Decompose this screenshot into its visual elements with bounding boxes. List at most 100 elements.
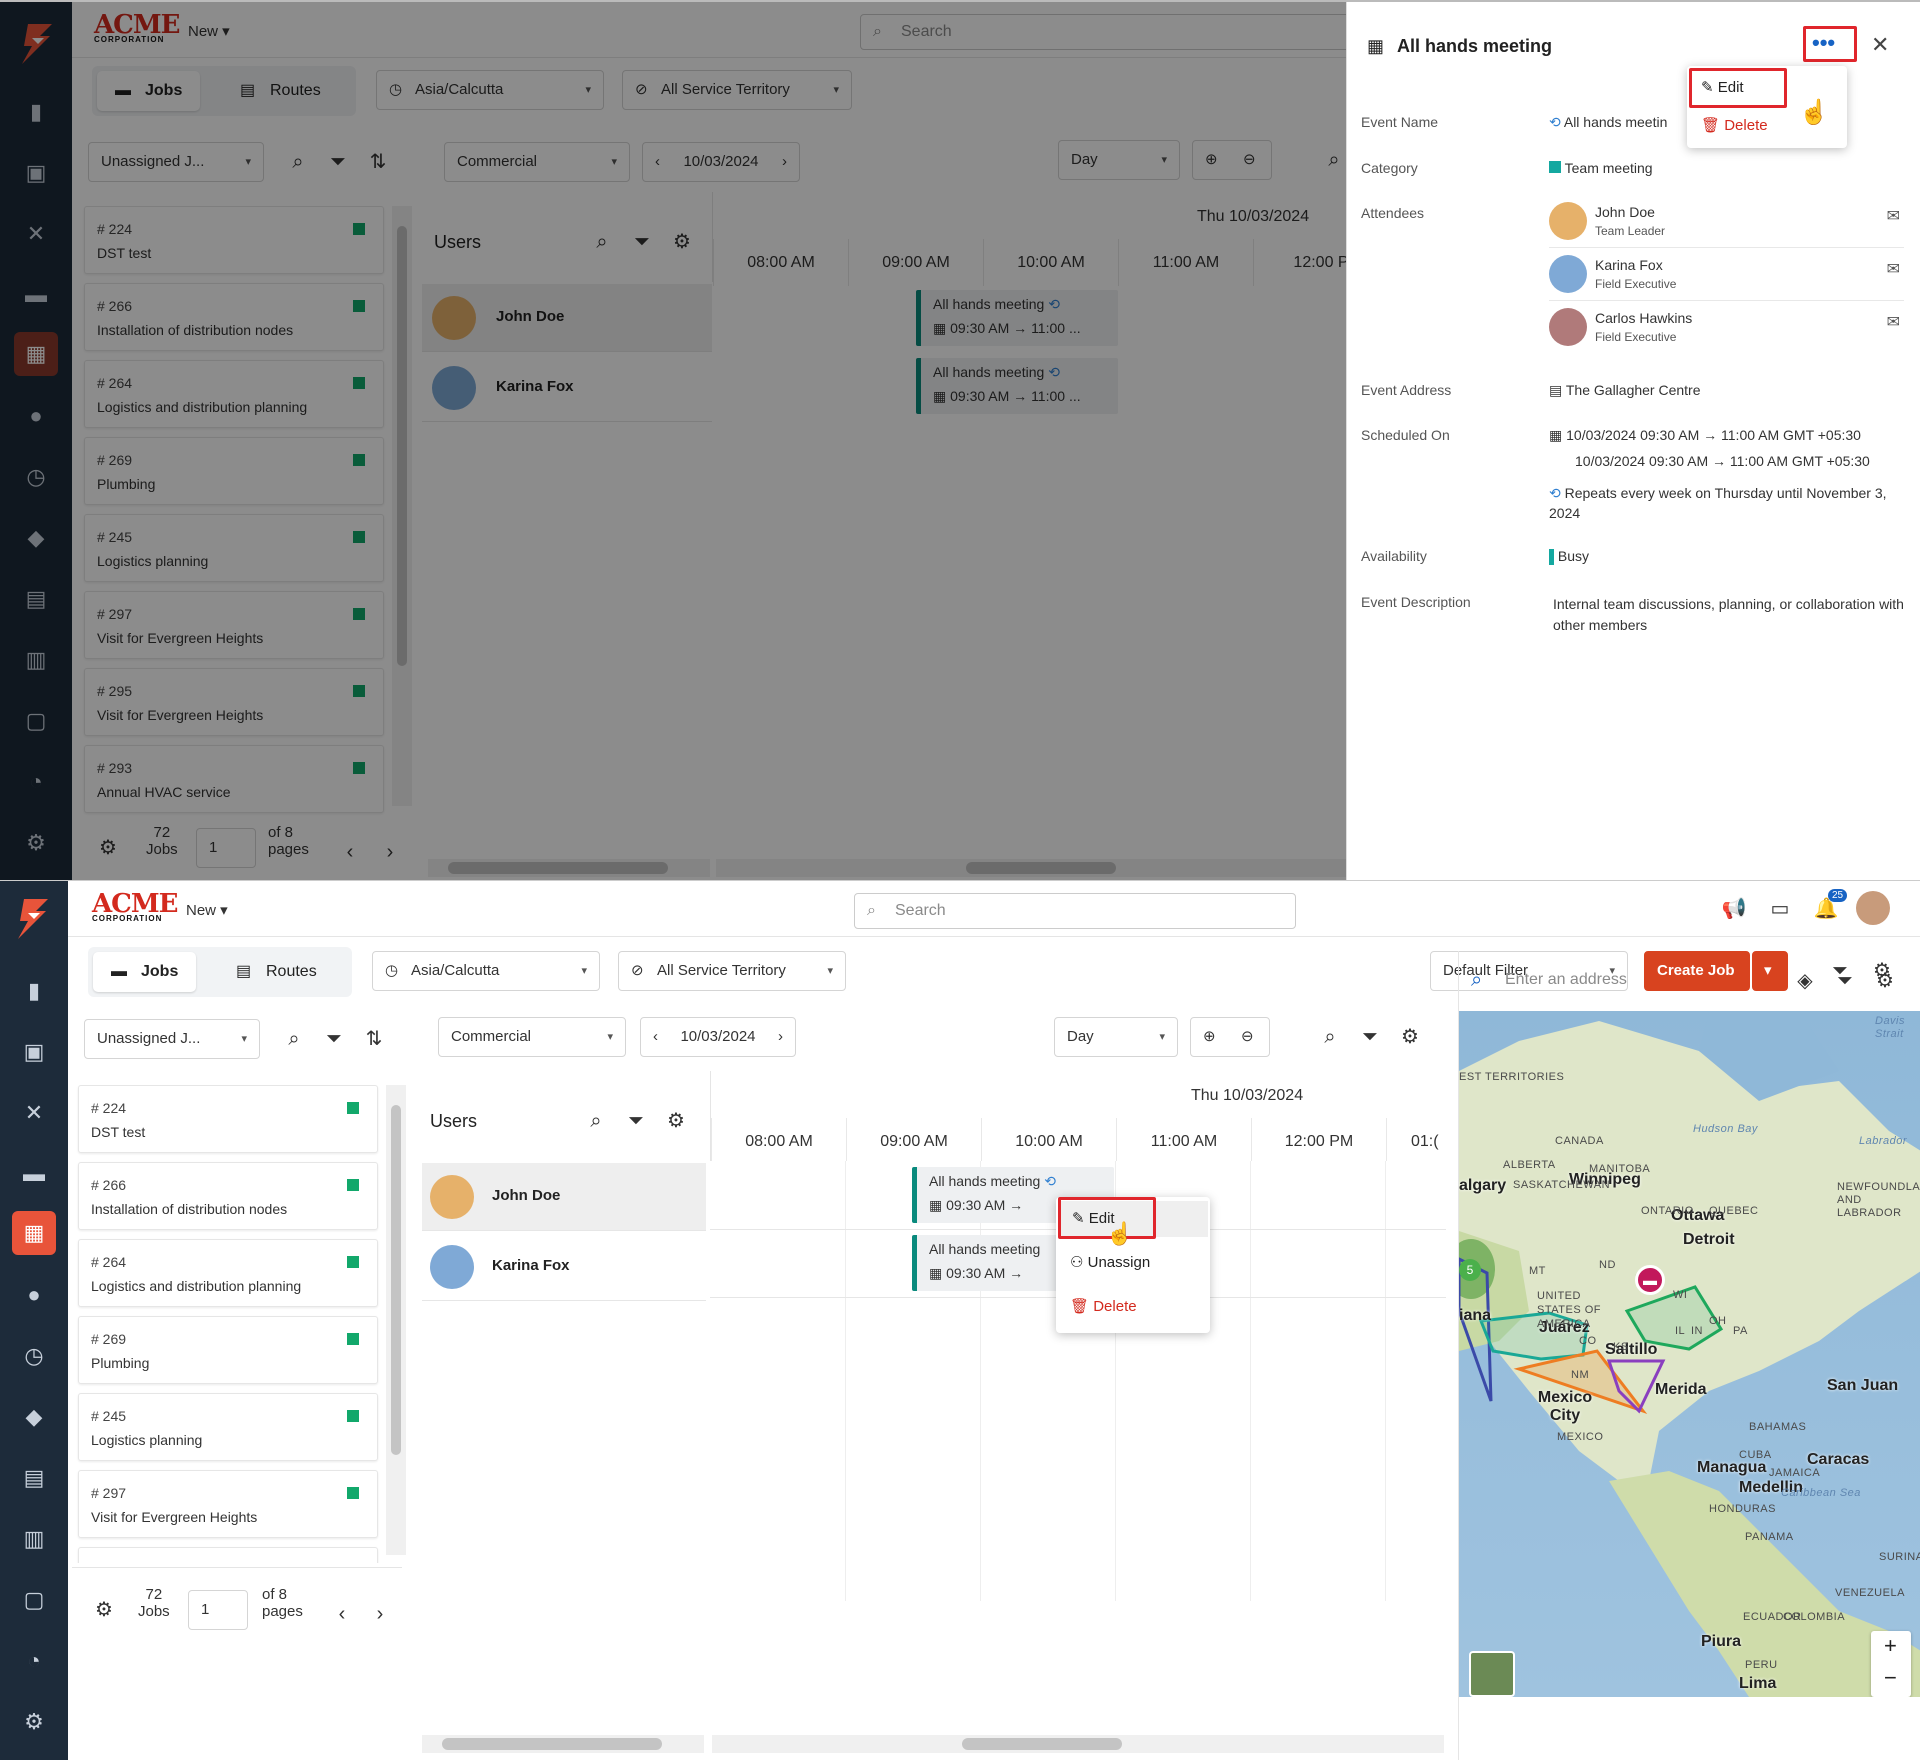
clock-icon[interactable]: ◷ (18, 1340, 50, 1372)
briefcase-icon[interactable]: ▬ (1635, 1265, 1665, 1295)
compass-icon: ⊘ (631, 962, 644, 979)
zoom-in-icon[interactable]: ⊕ (1203, 1018, 1216, 1056)
search-icon[interactable]: ⌕ (580, 1105, 612, 1137)
jobs-icon[interactable]: ▣ (18, 1036, 50, 1068)
calculator-icon[interactable]: ▥ (18, 1523, 50, 1555)
user-row[interactable]: John Doe (422, 1163, 706, 1231)
next-page-icon[interactable]: › (364, 1598, 396, 1630)
prev-page-icon[interactable]: ‹ (326, 1598, 358, 1630)
trash-icon: 🗑 (1701, 117, 1721, 134)
hour-col: 11:00 AM (1116, 1118, 1251, 1161)
territory-select[interactable]: ⊘ All Service Territory ▾ (618, 951, 846, 991)
status-square (347, 1333, 359, 1345)
layers-icon[interactable]: ◈ (1789, 965, 1821, 997)
job-list-scrollbar[interactable] (386, 1085, 406, 1555)
mail-icon[interactable]: ✉ (1887, 259, 1900, 279)
documents-icon[interactable]: ▢ (18, 1584, 50, 1616)
briefcase-icon[interactable]: ▬ (18, 1158, 50, 1190)
hour-col: 09:00 AM (846, 1118, 981, 1161)
job-card[interactable]: # 297 Visit for Evergreen Heights (78, 1470, 378, 1538)
modal-overlay[interactable] (0, 2, 1346, 880)
sort-icon[interactable]: ⇅ (358, 1023, 390, 1055)
hour-col: 10:00 AM (981, 1118, 1116, 1161)
job-card[interactable]: # 266 Installation of distribution nodes (78, 1162, 378, 1230)
repeat-icon: ⟲ (1549, 485, 1561, 501)
users-icon[interactable]: ● (18, 1279, 50, 1311)
close-icon[interactable]: ✕ (1871, 32, 1889, 58)
attendee: John Doe Team Leader ✉ (1549, 198, 1904, 248)
settings-icon[interactable]: ⚙ (18, 1706, 50, 1738)
timeline-header: Thu 10/03/2024 08:00 AM 09:00 AM 10:00 A… (710, 1071, 1446, 1161)
timeline-hscroll[interactable] (712, 1735, 1444, 1753)
zoom-in-icon[interactable]: + (1884, 1633, 1897, 1659)
job-card[interactable]: # 264 Logistics and distribution planning (78, 1239, 378, 1307)
satellite-toggle[interactable] (1469, 1651, 1515, 1697)
filter-icon[interactable]: ⏷ (318, 1023, 350, 1055)
gear-icon[interactable]: ⚙ (1394, 1021, 1426, 1053)
filter-icon[interactable]: ⏷ (620, 1105, 652, 1137)
chevron-right-icon[interactable]: › (778, 1018, 783, 1056)
delete-menu-item[interactable]: 🗑 Delete (1070, 1289, 1137, 1325)
dashboard-icon[interactable]: ▮ (18, 975, 50, 1007)
status-square (347, 1179, 359, 1191)
zoom-out-icon[interactable]: − (1884, 1665, 1897, 1691)
job-card[interactable]: # 269 Plumbing (78, 1316, 378, 1384)
zoom-out-icon[interactable]: ⊖ (1241, 1018, 1254, 1056)
filter-icon[interactable]: ⏷ (1829, 965, 1861, 997)
mail-icon[interactable]: ✉ (1887, 312, 1900, 332)
map-icon[interactable]: ▤ (18, 1462, 50, 1494)
avatar (1549, 202, 1587, 240)
date-picker[interactable]: ‹ 10/03/2024 › (640, 1017, 796, 1057)
search-input[interactable]: ⌕ Search (854, 893, 1296, 929)
user-row[interactable]: Karina Fox (422, 1233, 706, 1301)
map-panel: ⌕ Enter an address ◈ ⏷ ⚙ Winnipeg Ottawa… (1458, 951, 1920, 1760)
event-details-panel: ▦ All hands meeting ••• ✕ ✎ Edit 🗑 Delet… (1346, 2, 1920, 880)
status-square (347, 1256, 359, 1268)
megaphone-icon[interactable]: 📢 (1718, 893, 1750, 925)
tools-icon[interactable]: ✕ (18, 1097, 50, 1129)
address-input[interactable]: Enter an address (1505, 971, 1627, 989)
calendar-icon: ▦ (929, 1265, 943, 1281)
timezone-select[interactable]: ◷ Asia/Calcutta ▾ (372, 951, 600, 991)
mail-icon[interactable]: ✉ (1887, 206, 1900, 226)
avatar[interactable] (1856, 891, 1890, 925)
job-card[interactable]: # 245 Logistics planning (78, 1393, 378, 1461)
job-filter-select[interactable]: Unassigned J... ▾ (84, 1019, 260, 1059)
search-icon[interactable]: ⌕ (278, 1023, 310, 1055)
job-card[interactable]: # 224 DST test (78, 1085, 378, 1153)
gear-icon[interactable]: ⚙ (88, 1594, 120, 1626)
search-icon: ⌕ (867, 902, 876, 919)
page-input[interactable]: 1 (188, 1590, 248, 1630)
hour-col: 08:00 AM (711, 1118, 846, 1161)
gear-icon[interactable]: ⚙ (660, 1105, 692, 1137)
tab-routes[interactable]: ▤ Routes (218, 952, 335, 992)
filter-icon[interactable]: ⏷ (1354, 1021, 1386, 1053)
calendar-icon[interactable]: ▦ (12, 1211, 56, 1255)
avatar (1549, 255, 1587, 293)
status-square (347, 1487, 359, 1499)
screenshot-top: ▮ ▣ ✕ ▬ ▦ ● ◷ ◆ ▤ ▥ ▢ ◔ ⚙ ACME CORPORATIO… (0, 0, 1920, 880)
reports-icon[interactable]: ◔ (18, 1645, 50, 1677)
category-select[interactable]: Commercial ▾ (438, 1017, 626, 1057)
tab-jobs[interactable]: ▬ Jobs (93, 952, 197, 992)
map-cluster[interactable]: 5 (1459, 1259, 1481, 1281)
map-canvas[interactable]: Winnipeg Ottawa Detroit Juárez Saltillo … (1459, 1011, 1920, 1697)
new-button[interactable]: New ▾ (186, 901, 228, 919)
cursor-icon: ☝ (1106, 1221, 1134, 1246)
view-switch: ▬ Jobs ▤ Routes (88, 947, 352, 997)
calendar-icon: ▦ (1367, 36, 1385, 56)
availability-bar (1549, 549, 1554, 566)
delete-menu-item[interactable]: 🗑 Delete (1701, 108, 1768, 144)
chat-icon[interactable]: ▭ (1764, 893, 1796, 925)
job-card[interactable]: # 295Visit for Evergreen Heights (78, 1547, 378, 1563)
tag-icon[interactable]: ◆ (18, 1401, 50, 1433)
highlight-box (1689, 68, 1787, 108)
chevron-left-icon[interactable]: ‹ (653, 1018, 658, 1056)
unassign-menu-item[interactable]: ⚇ Unassign (1070, 1245, 1150, 1281)
search-icon[interactable]: ⌕ (1314, 1021, 1346, 1053)
gear-icon[interactable]: ⚙ (1869, 965, 1901, 997)
zoom-control: + − (1871, 1631, 1911, 1697)
users-hscroll[interactable] (422, 1735, 704, 1753)
view-select[interactable]: Day ▾ (1054, 1017, 1178, 1057)
clock-icon: ◷ (385, 962, 399, 979)
